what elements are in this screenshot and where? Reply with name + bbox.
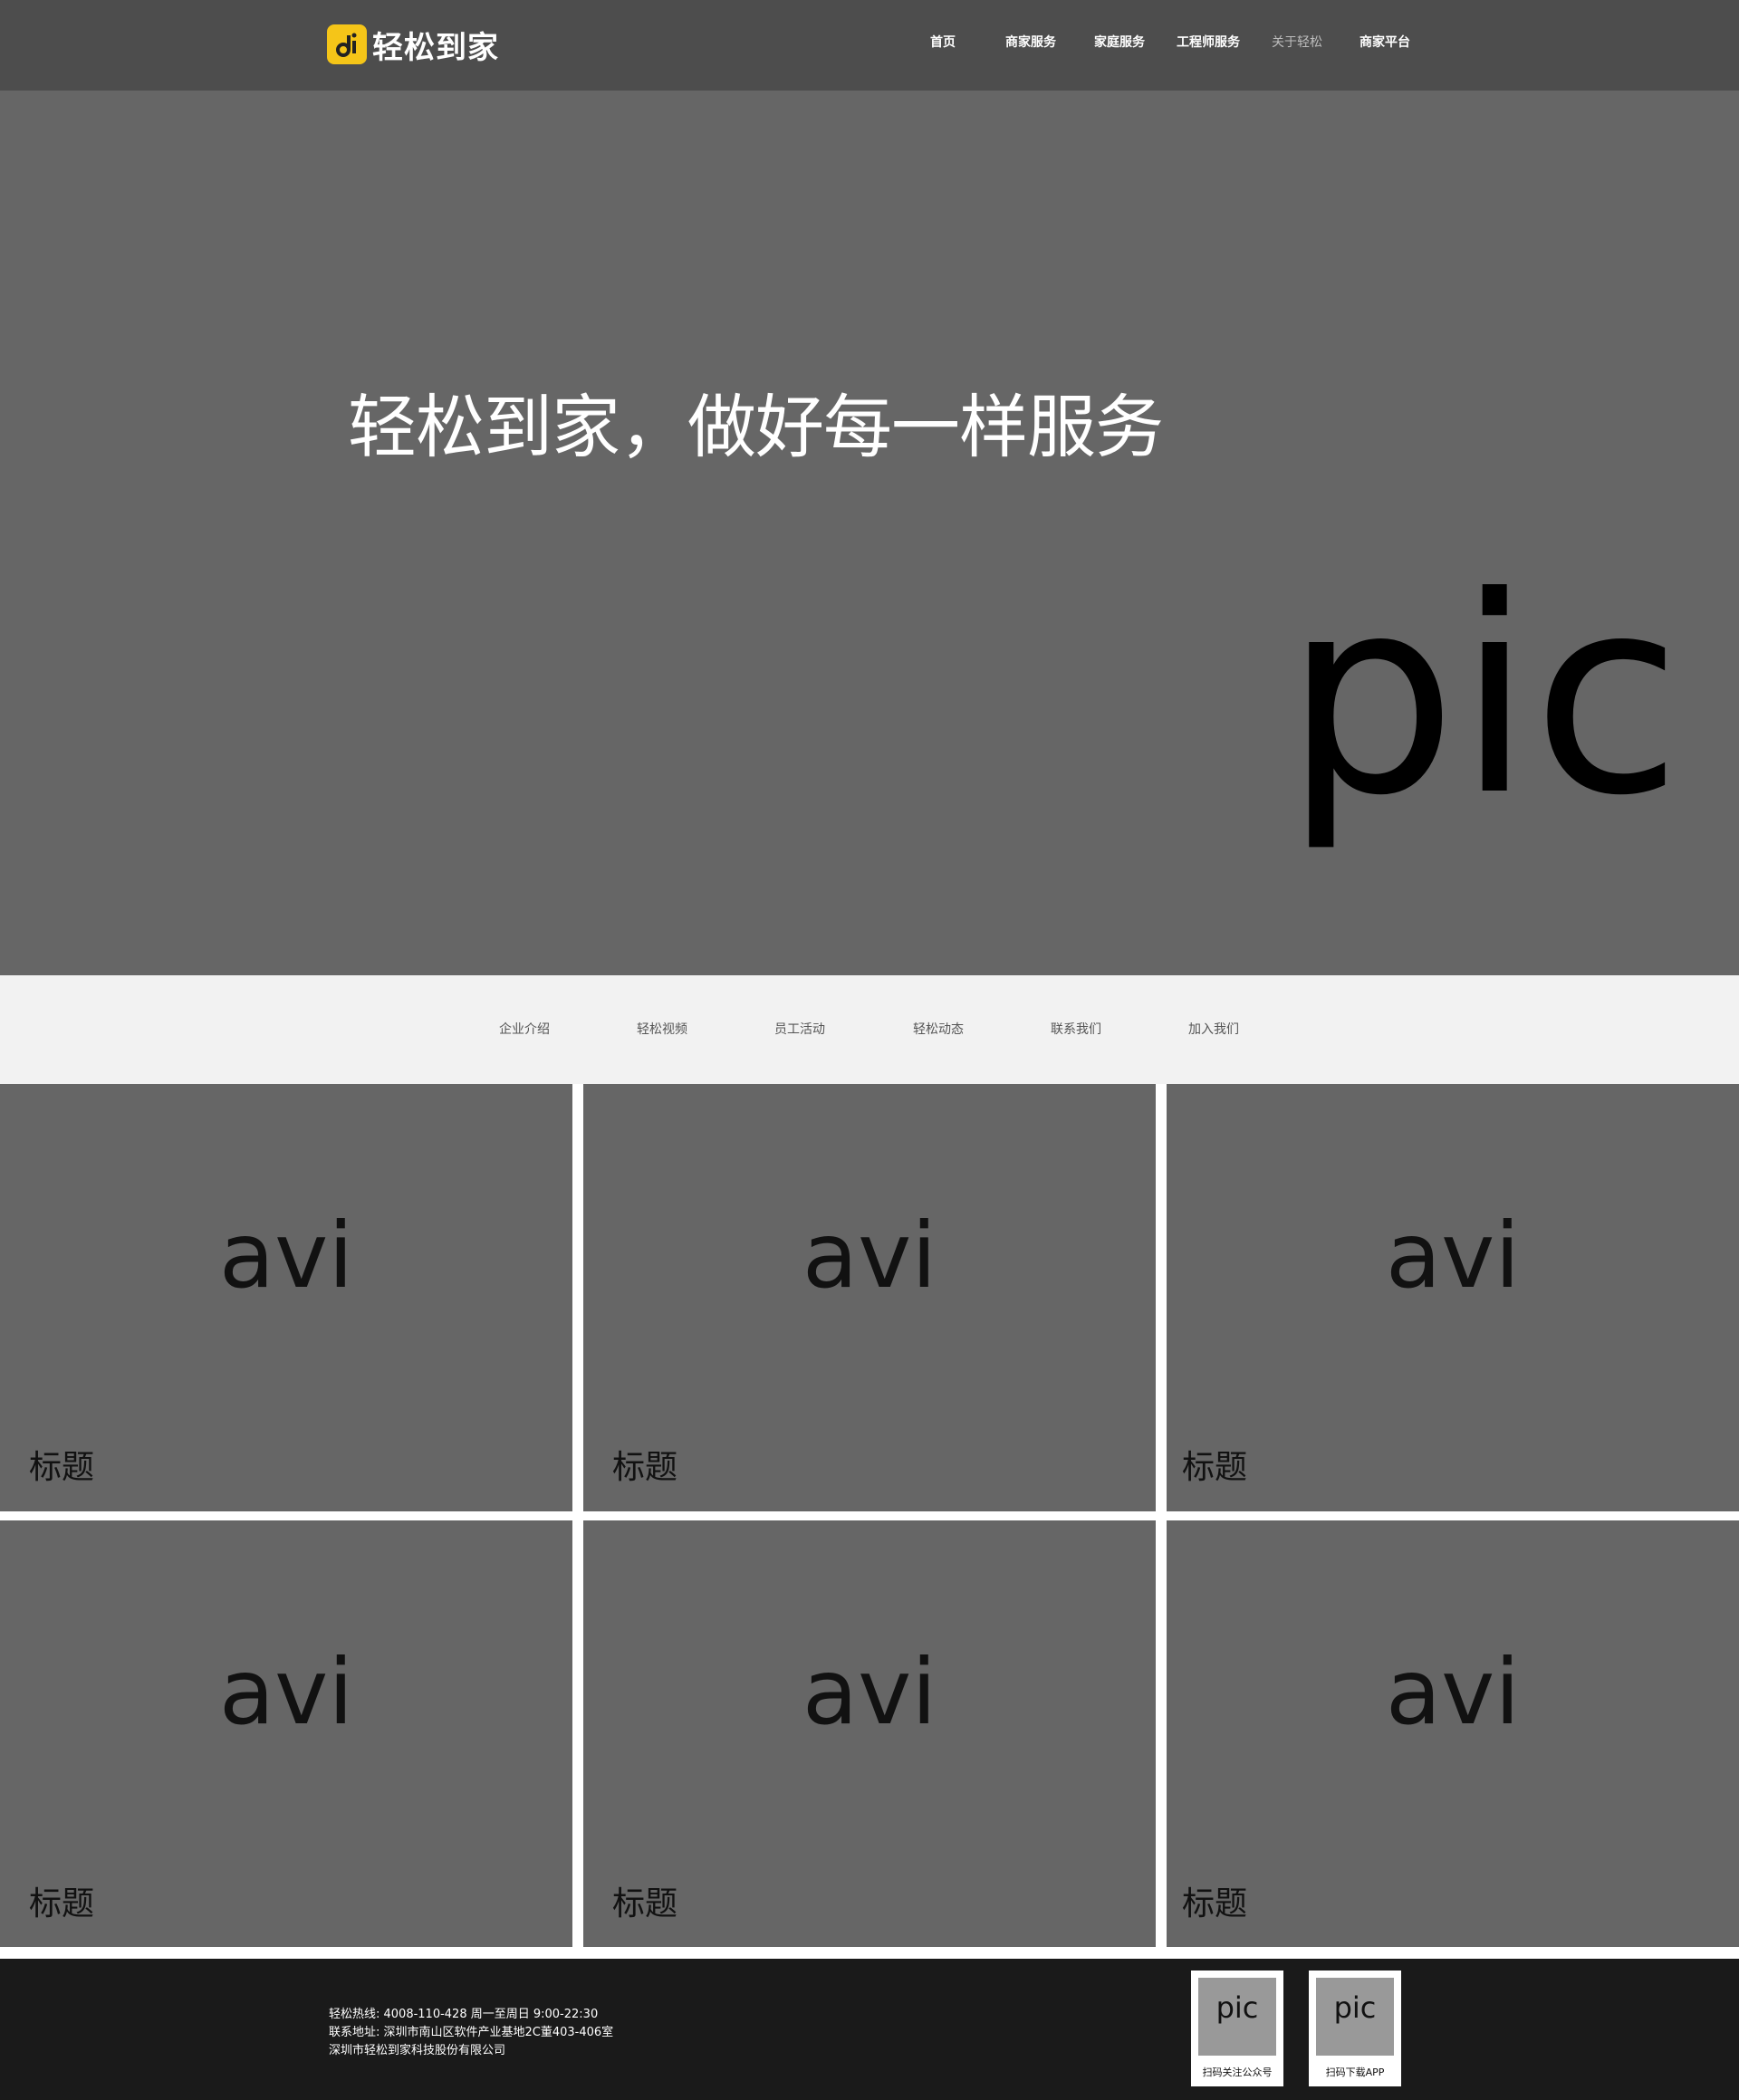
subnav-item-staff-activities[interactable]: 员工活动 [774,1020,825,1038]
qr-app: pic 扫码下载APP [1309,1971,1401,2086]
video-title: 标题 [29,1449,95,1486]
footer-company: 深圳市轻松到家科技股份有限公司 [329,2044,506,2057]
about-subnav [0,975,1739,1084]
subnav-item-company-intro[interactable]: 企业介绍 [499,1020,550,1038]
qr-code-placeholder: pic [1198,1978,1276,2056]
video-placeholder: avi [802,1203,937,1309]
video-title: 标题 [612,1449,678,1486]
nav-item-home[interactable]: 首页 [930,33,956,51]
video-placeholder: avi [218,1203,354,1309]
hero-image-placeholder: pic [1284,539,1682,855]
brand-name: 轻松到家 [372,29,499,66]
video-title: 标题 [29,1885,95,1923]
hero-banner: 轻松到家，做好每一样服务 pic [0,91,1739,975]
hero-title: 轻松到家，做好每一样服务 [348,387,1164,467]
subnav-item-news[interactable]: 轻松动态 [913,1020,964,1038]
footer-hotline: 轻松热线: 4008-110-428 周一至周日 9:00-22:30 [329,2008,599,2021]
subnav-item-videos[interactable]: 轻松视频 [637,1020,687,1038]
video-tile[interactable]: avi 标题 [1167,1520,1739,1947]
logo-icon [327,24,367,64]
site-header: 轻松到家 首页 商家服务 家庭服务 工程师服务 关于轻松 商家平台 [0,0,1739,91]
nav-item-merchant-services[interactable]: 商家服务 [1005,33,1056,51]
nav-item-about[interactable]: 关于轻松 [1272,33,1322,51]
brand-logo[interactable]: 轻松到家 [327,24,499,66]
video-placeholder: avi [802,1639,937,1745]
video-title: 标题 [612,1885,678,1923]
video-title: 标题 [1182,1885,1248,1923]
subnav-item-join-us[interactable]: 加入我们 [1188,1020,1239,1038]
site-footer [0,1959,1739,2100]
video-title: 标题 [1182,1449,1248,1486]
nav-item-merchant-platform[interactable]: 商家平台 [1359,33,1410,51]
qr-label: 扫码下载APP [1325,2066,1385,2078]
footer-address: 联系地址: 深圳市南山区软件产业基地2C董403-406室 [329,2026,614,2039]
video-placeholder: avi [1385,1203,1521,1309]
subnav-item-contact[interactable]: 联系我们 [1051,1020,1101,1038]
nav-item-home-services[interactable]: 家庭服务 [1094,33,1145,51]
video-tile[interactable]: avi 标题 [1167,1084,1739,1511]
video-tile[interactable]: avi 标题 [0,1084,572,1511]
qr-label: 扫码关注公众号 [1202,2066,1273,2078]
qr-wechat: pic 扫码关注公众号 [1191,1971,1283,2086]
video-placeholder: avi [218,1639,354,1745]
video-tile[interactable]: avi 标题 [0,1520,572,1947]
nav-item-engineer-services[interactable]: 工程师服务 [1177,33,1240,51]
qr-code-placeholder: pic [1316,1978,1394,2056]
video-tile[interactable]: avi 标题 [583,1084,1156,1511]
video-tile[interactable]: avi 标题 [583,1520,1156,1947]
video-placeholder: avi [1385,1639,1521,1745]
